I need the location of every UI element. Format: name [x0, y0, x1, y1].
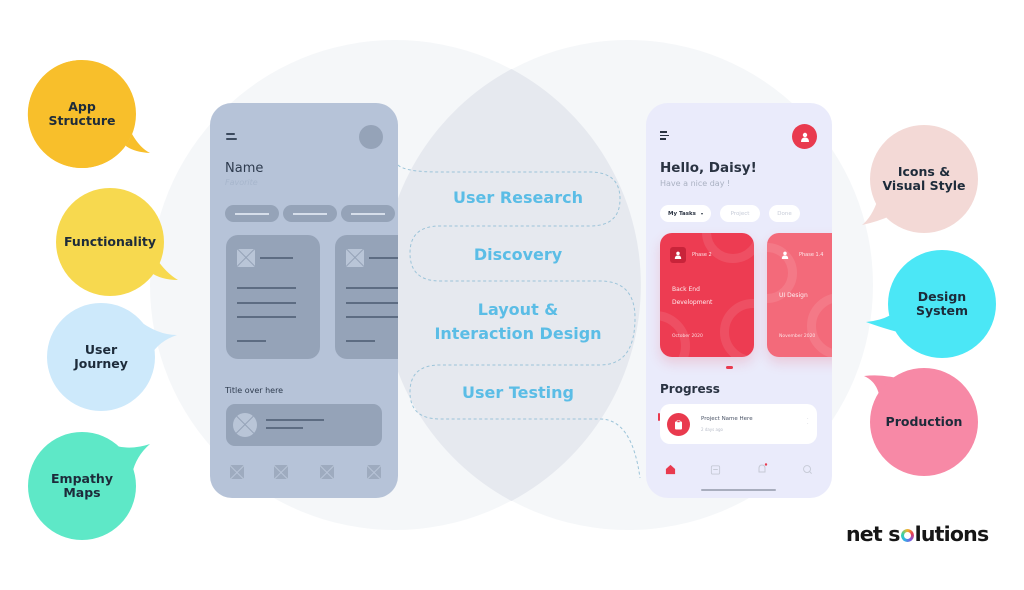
- tab-placeholder: [283, 205, 337, 222]
- user-icon: [670, 247, 686, 263]
- bubble-functionality: Functionality: [56, 188, 178, 296]
- step-user-research: User Research: [453, 188, 583, 207]
- bubble-icons-visual-style: Icons & Visual Style: [862, 125, 978, 233]
- tab-label: Done: [777, 210, 792, 217]
- project-name: UI Design: [779, 292, 808, 299]
- tab-label: Project: [730, 210, 750, 217]
- wireframe-subtitle: Favorite: [225, 178, 258, 187]
- bubble-empathy-maps: Empathy Maps: [28, 432, 150, 540]
- logo-text: lutions: [914, 522, 990, 546]
- project-phase: Phase 2: [692, 252, 712, 258]
- tab-placeholder: [225, 205, 279, 222]
- carousel-indicator: [726, 366, 733, 369]
- clipboard-icon: [667, 413, 690, 436]
- nav-placeholder-icon: [320, 465, 334, 479]
- bubble-label: Empathy Maps: [51, 471, 113, 500]
- avatar-placeholder-icon: [233, 413, 257, 437]
- bubble-label: Icons & Visual Style: [882, 164, 966, 193]
- progress-item-time: 2 days ago: [701, 427, 723, 432]
- bubble-design-system: Design System: [866, 250, 996, 358]
- step-user-testing: User Testing: [462, 383, 574, 402]
- project-card[interactable]: Phase 1.4 UI Design November 2020: [767, 233, 832, 357]
- home-indicator: [701, 489, 776, 491]
- user-icon: [777, 247, 793, 263]
- greeting: Hello, Daisy!: [660, 160, 757, 176]
- menu-icon[interactable]: [660, 131, 669, 140]
- bubble-label: Production: [885, 414, 963, 429]
- user-avatar[interactable]: [792, 124, 817, 149]
- project-date: November 2020: [779, 334, 816, 339]
- app-phone: Hello, Daisy! Have a nice day ! My Tasks…: [646, 103, 832, 498]
- nav-placeholder-icon: [274, 465, 288, 479]
- tab-placeholder: [341, 205, 395, 222]
- bubble-app-structure: App Structure: [27, 59, 151, 168]
- logo-text: net s: [846, 522, 900, 546]
- project-phase: Phase 1.4: [799, 252, 824, 258]
- net-solutions-logo: net s lutions: [846, 522, 990, 546]
- chevron-down-icon: ▾: [700, 211, 703, 216]
- bubble-label: Design System: [915, 289, 969, 318]
- card-placeholder: [226, 235, 320, 359]
- nav-placeholder-icon: [230, 465, 244, 479]
- bubble-label: Functionality: [64, 234, 156, 249]
- calendar-icon[interactable]: [709, 463, 721, 475]
- bubble-production: Production: [864, 368, 978, 476]
- bubble-label: App Structure: [48, 99, 116, 128]
- wireframe-name: Name: [225, 161, 264, 176]
- menu-icon: [226, 133, 237, 141]
- card-placeholder: [335, 235, 398, 359]
- step-discovery: Discovery: [473, 245, 563, 264]
- project-name: Back End Development: [672, 286, 713, 306]
- tab-my-tasks[interactable]: My Tasks ▾: [660, 205, 711, 222]
- avatar-placeholder: [359, 125, 383, 149]
- step-layout-interaction-design: Layout & Interaction Design: [434, 300, 602, 343]
- bubble-user-journey: User Journey: [47, 303, 177, 411]
- wireframe-phone: Name Favorite Title over here: [210, 103, 398, 498]
- tab-project[interactable]: Project: [720, 205, 760, 222]
- image-placeholder-icon: [346, 249, 364, 267]
- search-icon[interactable]: [801, 463, 813, 475]
- tab-label: My Tasks: [668, 210, 696, 217]
- image-placeholder-icon: [237, 249, 255, 267]
- tab-done[interactable]: Done: [769, 205, 800, 222]
- user-icon: [800, 132, 809, 142]
- bell-icon[interactable]: [756, 463, 768, 475]
- more-icon[interactable]: · ·: [807, 417, 809, 427]
- project-date: October 2020: [672, 334, 703, 339]
- progress-title: Progress: [660, 382, 720, 396]
- progress-item-name: Project Name Here: [701, 416, 753, 422]
- bubble-label: User Journey: [74, 342, 128, 371]
- subgreeting: Have a nice day !: [660, 179, 731, 188]
- logo-ring-icon: [900, 529, 914, 542]
- nav-placeholder-icon: [367, 465, 381, 479]
- wireframe-section-title: Title over here: [225, 386, 284, 395]
- progress-item[interactable]: Project Name Here 2 days ago · ·: [658, 404, 817, 444]
- project-card[interactable]: Phase 2 Back End Development October 202…: [660, 233, 754, 357]
- list-item-placeholder: [226, 404, 382, 446]
- home-icon[interactable]: [664, 463, 676, 475]
